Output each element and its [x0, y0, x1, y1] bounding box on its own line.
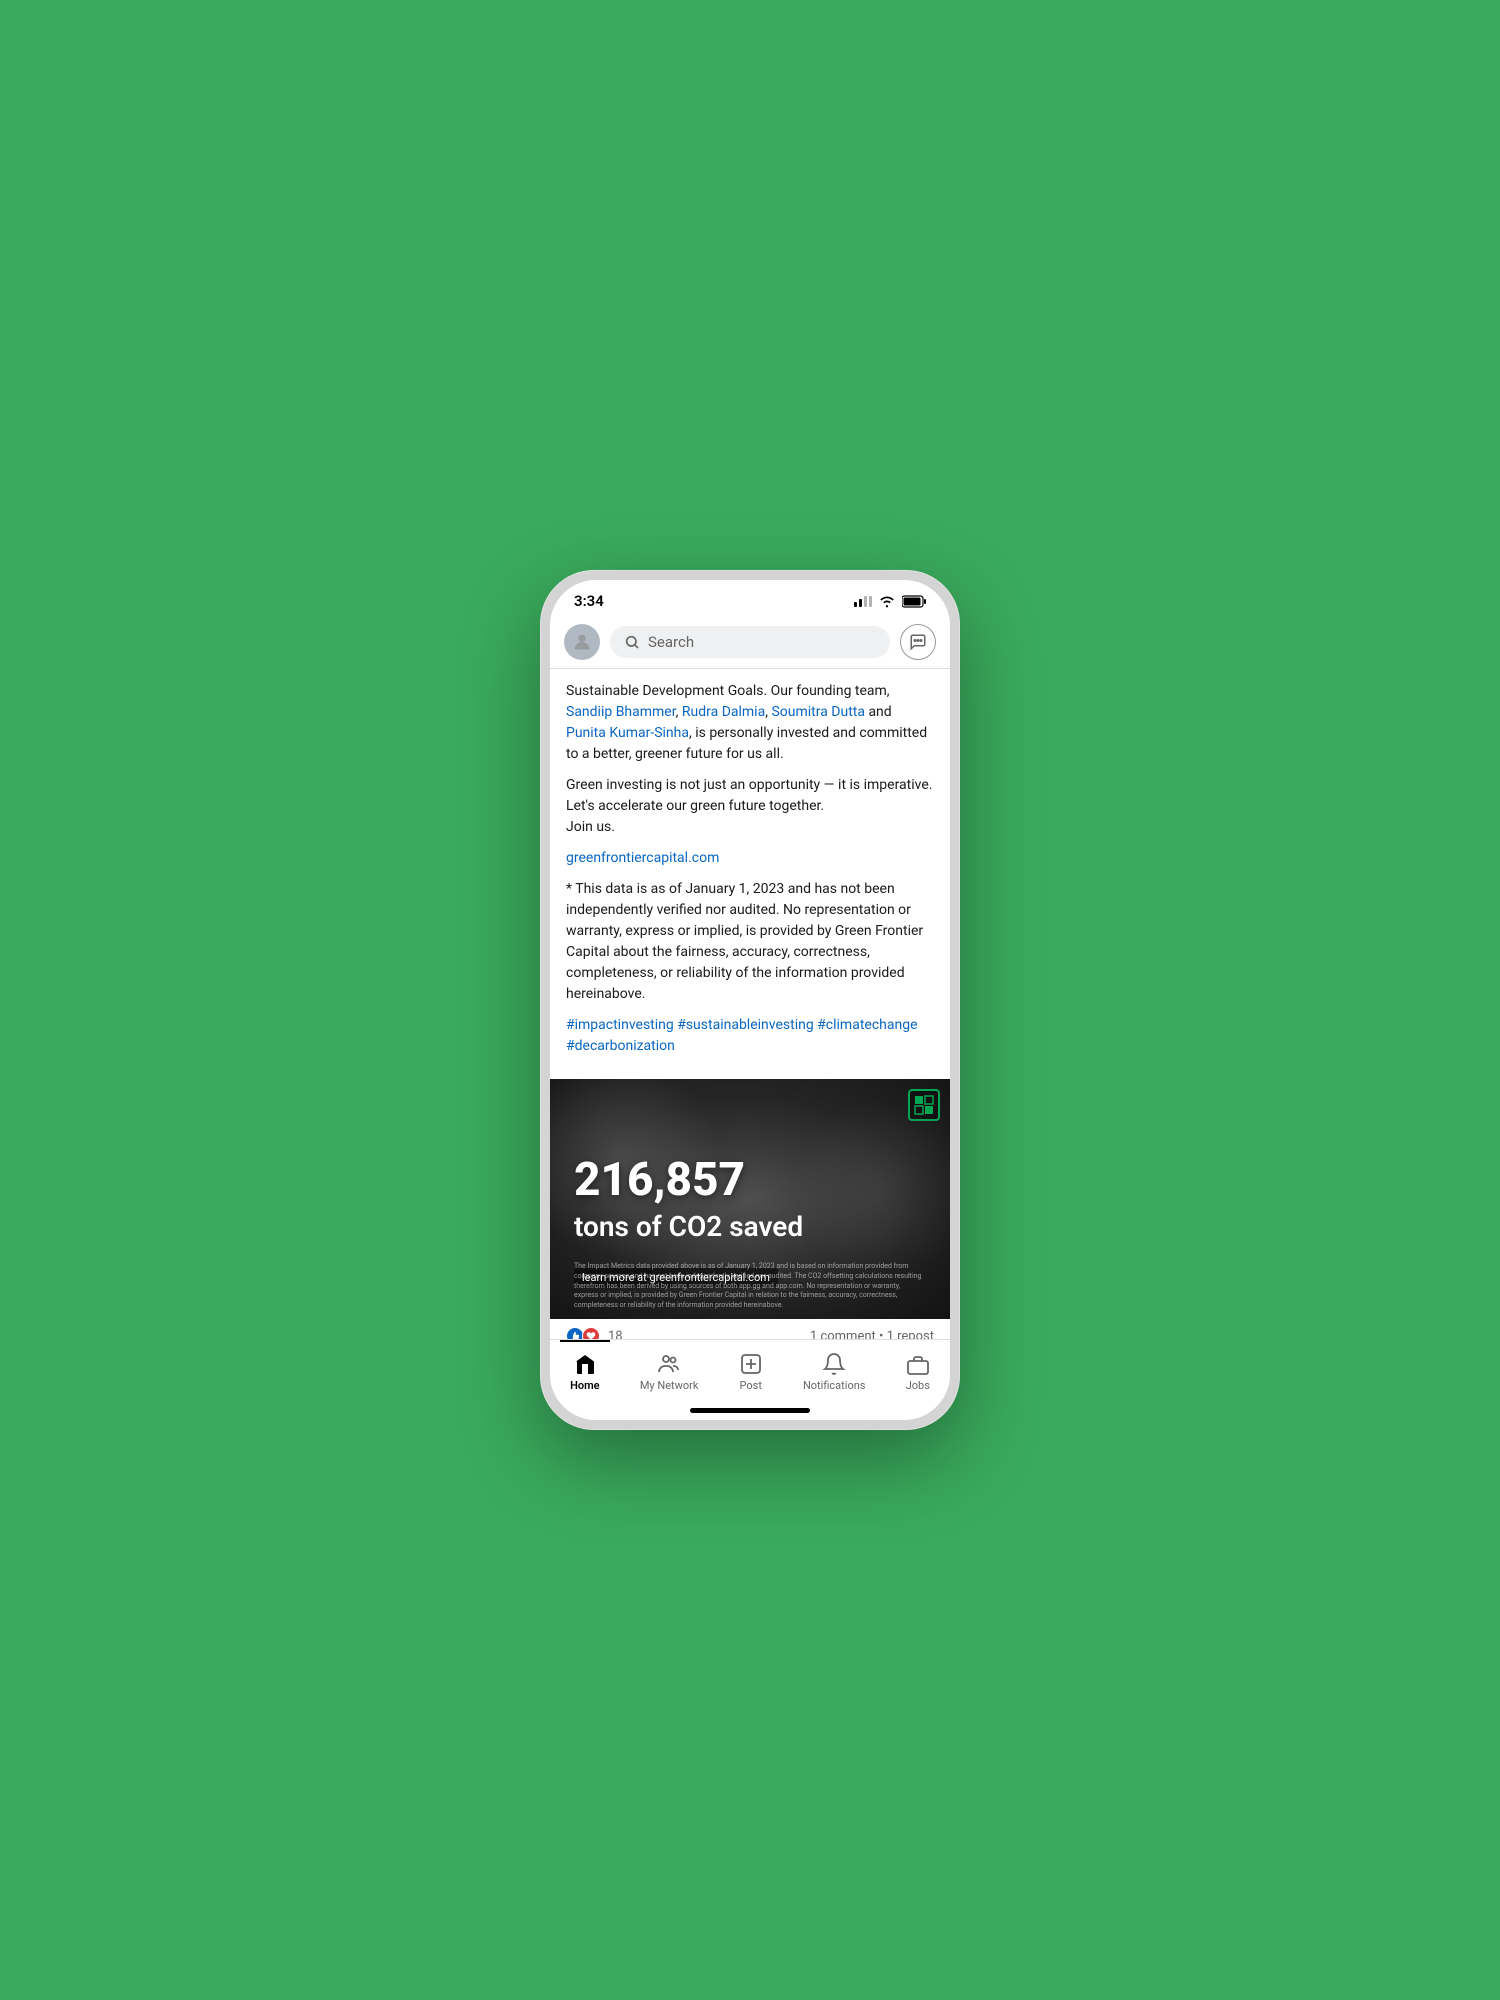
phone-screen: 3:34 [550, 580, 950, 1420]
battery-icon [902, 595, 926, 608]
notifications-icon [822, 1352, 846, 1376]
notch [685, 580, 815, 608]
post-paragraph-1: Sustainable Development Goals. Our found… [566, 681, 934, 765]
post-website-link[interactable]: greenfrontiercapital.com [566, 848, 934, 869]
notifications-label: Notifications [803, 1379, 866, 1392]
home-icon [573, 1352, 597, 1376]
my-network-icon [657, 1352, 681, 1376]
image-disclaimer: The Impact Metrics data provided above i… [574, 1262, 926, 1311]
user-avatar[interactable] [564, 624, 600, 660]
nav-home[interactable]: Home [560, 1348, 610, 1396]
status-icons [854, 594, 926, 608]
home-label: Home [570, 1379, 600, 1392]
nav-post[interactable]: Post [729, 1348, 773, 1396]
reactions-row: 18 1 comment • 1 repost [550, 1319, 950, 1339]
post-label: Post [740, 1379, 762, 1392]
post-text: Sustainable Development Goals. Our found… [550, 669, 950, 1079]
nav-my-network[interactable]: My Network [630, 1348, 709, 1396]
nav-notifications[interactable]: Notifications [793, 1348, 876, 1396]
my-network-label: My Network [640, 1379, 699, 1392]
link-punita[interactable]: Punita Kumar-Sinha [566, 725, 689, 741]
signal-icon [854, 596, 872, 607]
nav-jobs[interactable]: Jobs [896, 1348, 940, 1396]
jobs-label: Jobs [906, 1379, 930, 1392]
message-icon [909, 633, 927, 651]
wifi-icon [878, 594, 896, 608]
search-placeholder: Search [648, 633, 694, 651]
phone-frame: 3:34 [540, 570, 960, 1430]
post-hashtags: #impactinvesting #sustainableinvesting #… [566, 1015, 934, 1057]
messages-button[interactable] [900, 624, 936, 660]
heart-emoji [582, 1327, 600, 1339]
reaction-emojis [566, 1327, 600, 1339]
stat-number: 216,857 [574, 1155, 926, 1206]
feed-scroll[interactable]: Sustainable Development Goals. Our found… [550, 669, 950, 1339]
stat-label: tons of CO2 saved [574, 1210, 926, 1243]
post-image[interactable]: 216,857 tons of CO2 saved learn more at … [550, 1079, 950, 1319]
link-sandiip[interactable]: Sandiip Bhammer [566, 704, 676, 720]
post-icon [739, 1352, 763, 1376]
search-area: Search [550, 616, 950, 669]
reaction-summary: 18 [566, 1327, 623, 1339]
link-rudra[interactable]: Rudra Dalmia [682, 704, 765, 720]
time-display: 3:34 [574, 592, 604, 610]
post-card: Sustainable Development Goals. Our found… [550, 669, 950, 1339]
bottom-navigation: Home My Network Post [550, 1339, 950, 1400]
home-bar [690, 1408, 810, 1413]
home-indicator [550, 1400, 950, 1420]
link-soumitra[interactable]: Soumitra Dutta [771, 704, 865, 720]
search-input[interactable]: Search [610, 626, 890, 658]
search-icon [624, 634, 640, 650]
reaction-count: 18 [608, 1329, 623, 1340]
post-disclaimer: * This data is as of January 1, 2023 and… [566, 879, 934, 1005]
status-bar: 3:34 [550, 580, 950, 616]
reaction-meta: 1 comment • 1 repost [810, 1329, 934, 1340]
post-paragraph-2: Green investing is not just an opportuni… [566, 775, 934, 838]
jobs-icon [906, 1352, 930, 1376]
